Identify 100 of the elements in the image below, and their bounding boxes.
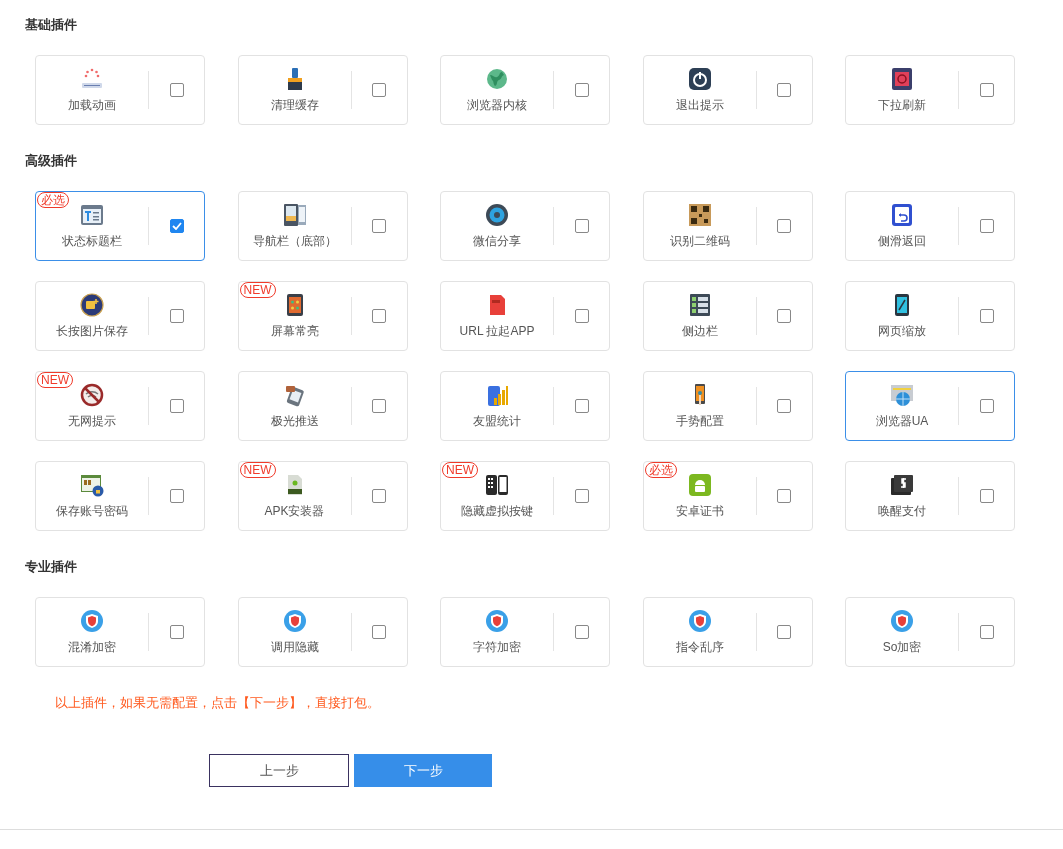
checkbox[interactable]: [777, 489, 791, 503]
plugin-card[interactable]: 清理缓存: [237, 55, 408, 125]
plugin-badge: NEW: [37, 372, 73, 388]
plugin-label: 指令乱序: [675, 638, 724, 656]
plugin-card[interactable]: 调用隐藏: [237, 597, 408, 667]
plugin-label: 状态标题栏: [62, 232, 122, 250]
section-title: 基础插件: [25, 17, 78, 33]
checkbox[interactable]: [372, 625, 386, 639]
checkbox[interactable]: [979, 399, 994, 413]
plugin-label: 侧滑返回: [878, 232, 926, 250]
plugin-card[interactable]: 保存账号密码: [35, 461, 205, 531]
plugin-card[interactable]: 唤醒支付: [845, 461, 1015, 531]
checkbox[interactable]: [169, 625, 184, 639]
checkbox[interactable]: [574, 309, 589, 323]
phone-screens-icon: [282, 202, 307, 227]
phone-keypad-icon: [485, 472, 509, 497]
plugin-card[interactable]: 导航栏（底部）: [237, 191, 408, 261]
plugin-card[interactable]: 浏览器内核: [440, 55, 610, 125]
plugin-card[interactable]: 侧边栏: [642, 281, 813, 351]
plugin-label: 安卓证书: [675, 502, 724, 520]
globe-icon: [485, 66, 509, 91]
checkbox[interactable]: [372, 489, 386, 503]
checkbox[interactable]: [979, 489, 994, 503]
plugin-card[interactable]: 长按图片保存: [35, 281, 205, 351]
section-title: 专业插件: [25, 559, 78, 575]
checkbox[interactable]: [169, 489, 184, 503]
loading-spinner-icon: [80, 66, 104, 91]
shield-icon: [485, 608, 509, 633]
plugin-card[interactable]: So加密: [845, 597, 1015, 667]
plugin-label: 网页缩放: [878, 322, 926, 340]
checkbox[interactable]: [574, 399, 589, 413]
hint-text: 以上插件，如果无需配置，点击【下一步】，直接打包。: [55, 695, 381, 711]
checkbox[interactable]: [777, 625, 791, 639]
checkbox[interactable]: [574, 83, 589, 97]
plugin-label: 调用隐藏: [270, 638, 319, 656]
checkbox[interactable]: [979, 219, 994, 233]
plugin-card[interactable]: 指令乱序: [642, 597, 813, 667]
plugin-label: 识别二维码: [669, 232, 730, 250]
checkbox[interactable]: [372, 309, 386, 323]
plugin-card[interactable]: 极光推送: [237, 371, 408, 441]
plugin-card[interactable]: 加载动画: [35, 55, 205, 125]
plugin-card[interactable]: 友盟统计: [440, 371, 610, 441]
plugin-card[interactable]: 网页缩放: [845, 281, 1015, 351]
plugin-label: 手势配置: [675, 412, 724, 430]
plugin-label: 无网提示: [68, 412, 116, 430]
text-window-icon: [80, 202, 104, 227]
checkmark-icon: [171, 222, 182, 230]
checkbox[interactable]: [169, 219, 184, 233]
plugin-card[interactable]: 退出提示: [642, 55, 813, 125]
no-wifi-icon: [80, 382, 104, 407]
plugin-card[interactable]: 下拉刷新: [845, 55, 1015, 125]
plugin-label: 隐藏虚拟按键: [461, 502, 533, 520]
checkbox[interactable]: [169, 83, 184, 97]
plugin-label: 微信分享: [473, 232, 521, 250]
checkbox[interactable]: [574, 219, 589, 233]
power-icon: [687, 66, 712, 91]
plugin-label: 友盟统计: [473, 412, 521, 430]
previous-step-button[interactable]: 上一步: [209, 754, 349, 787]
plugin-card[interactable]: 混淆加密: [35, 597, 205, 667]
checkbox[interactable]: [372, 399, 386, 413]
checkbox[interactable]: [777, 83, 791, 97]
checkbox[interactable]: [574, 489, 589, 503]
plugin-badge: NEW: [239, 282, 276, 298]
checkbox[interactable]: [574, 625, 589, 639]
checkbox[interactable]: [372, 83, 386, 97]
plugin-label: 加载动画: [68, 96, 116, 114]
plugin-label: 极光推送: [270, 412, 319, 430]
checkbox[interactable]: [979, 625, 994, 639]
camera-aperture-icon: [485, 202, 509, 227]
plugin-card[interactable]: 浏览器UA: [845, 371, 1015, 441]
checkbox[interactable]: [777, 309, 791, 323]
plugin-label: 长按图片保存: [56, 322, 128, 340]
swipe-back-icon: [890, 202, 914, 227]
checkbox[interactable]: [169, 309, 184, 323]
qr-code-icon: [687, 202, 712, 227]
browser-globe-icon: [890, 382, 914, 407]
plugin-label: 浏览器UA: [875, 412, 929, 430]
plugin-label: 屏幕常亮: [270, 322, 319, 340]
plugin-label: 导航栏（底部）: [252, 232, 337, 250]
section-title: 高级插件: [25, 153, 78, 169]
checkbox[interactable]: [979, 309, 994, 323]
plugin-label: 混淆加密: [68, 638, 116, 656]
plugin-card[interactable]: 微信分享: [440, 191, 610, 261]
checkbox[interactable]: [777, 219, 791, 233]
shield-icon: [687, 608, 712, 633]
plugin-card[interactable]: 侧滑返回: [845, 191, 1015, 261]
plugin-card[interactable]: 识别二维码: [642, 191, 813, 261]
image-plus-icon: [80, 292, 104, 317]
plugin-card[interactable]: 手势配置: [642, 371, 813, 441]
checkbox[interactable]: [169, 399, 184, 413]
checkbox[interactable]: [777, 399, 791, 413]
plugin-label: 退出提示: [675, 96, 724, 114]
plugin-label: 字符加密: [473, 638, 521, 656]
lock-window-icon: [80, 472, 104, 497]
plugin-card[interactable]: URL 拉起APP: [440, 281, 610, 351]
plugin-card[interactable]: 字符加密: [440, 597, 610, 667]
list-window-icon: [687, 292, 712, 317]
checkbox[interactable]: [979, 83, 994, 97]
checkbox[interactable]: [372, 219, 386, 233]
plugin-label: 浏览器内核: [467, 96, 527, 114]
